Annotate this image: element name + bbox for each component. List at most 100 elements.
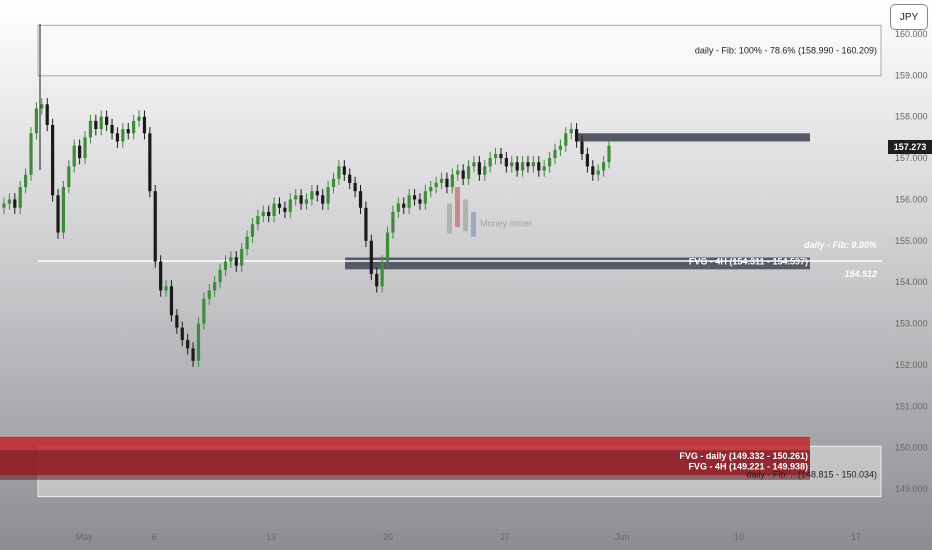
candle-body <box>196 323 201 361</box>
chart-stage: Money miner daily - Fib: 100% - 78.6% (1… <box>0 0 932 550</box>
candle-body <box>126 129 130 134</box>
currency-button[interactable]: JPY <box>890 4 928 30</box>
candle-body <box>580 141 584 154</box>
candle-body <box>283 207 287 212</box>
y-tick-label: 157.000 <box>895 153 928 163</box>
fib-low-label: daily - Fib: ...(148.815 - 150.034) <box>746 470 877 480</box>
candle-body <box>99 116 103 130</box>
x-tick-label: 13 <box>266 532 276 542</box>
candle-body <box>294 195 298 200</box>
candle-body <box>202 298 206 324</box>
candle-body <box>331 178 336 188</box>
candle-body <box>40 104 44 109</box>
candle-body <box>164 286 168 291</box>
candle-body <box>396 203 400 212</box>
candle-body <box>380 261 384 287</box>
candle-body <box>407 195 411 208</box>
candle-body <box>423 191 427 204</box>
candle-body <box>105 116 109 125</box>
candle-body <box>132 120 136 134</box>
candle-body <box>477 162 481 175</box>
candle-body <box>83 137 87 159</box>
candle-body <box>537 162 541 171</box>
y-tick-label: 149.000 <box>895 484 928 494</box>
candle-body <box>240 249 244 266</box>
candle-body <box>304 199 309 204</box>
x-tick-label: 27 <box>500 532 510 542</box>
candle-body <box>364 207 368 241</box>
candle-body <box>24 174 28 188</box>
candle-body <box>234 257 238 266</box>
y-tick-label: 153.000 <box>895 319 928 329</box>
labels-layer: daily - Fib: 100% - 78.6% (158.990 - 160… <box>679 46 877 480</box>
candle-body <box>223 261 228 270</box>
y-tick-label: 154.000 <box>895 277 928 287</box>
candle-body <box>229 257 233 262</box>
candle-body <box>148 133 152 192</box>
candle-body <box>445 178 449 188</box>
last-price-badge: 157.273 <box>888 140 932 154</box>
candle-body <box>504 158 508 167</box>
candle-body <box>375 273 379 287</box>
candle-body <box>358 191 363 208</box>
x-tick-label: 20 <box>383 532 393 542</box>
candle-body <box>67 166 71 188</box>
y-tick-label: 158.000 <box>895 112 928 122</box>
candle-body <box>159 261 163 291</box>
candle-body <box>520 162 525 171</box>
candle-body <box>2 203 6 208</box>
candle-body <box>402 203 406 208</box>
candle-body <box>461 170 465 179</box>
candle-body <box>591 166 595 175</box>
y-tick-label: 159.000 <box>895 70 928 80</box>
candle-body <box>29 133 33 175</box>
fvg-4h-mid-label: FVG - 4H (154.311 - 154.597) <box>689 257 808 267</box>
candle-body <box>72 145 76 167</box>
candle-body <box>245 236 249 250</box>
candle-body <box>191 348 195 361</box>
x-tick-label: 6 <box>151 532 156 542</box>
level-label: 154.512 <box>844 269 877 279</box>
x-tick-label: May <box>75 532 93 542</box>
candle-body <box>169 286 174 316</box>
candle-body <box>272 203 276 216</box>
candle-body <box>94 120 98 130</box>
y-tick-label: 156.000 <box>895 194 928 204</box>
candle-body <box>418 199 422 204</box>
candle-body <box>321 195 325 204</box>
price-chart[interactable]: Money miner daily - Fib: 100% - 78.6% (1… <box>0 0 932 550</box>
candle-body <box>601 162 606 171</box>
candle-body <box>585 153 589 167</box>
candle-body <box>596 170 600 175</box>
candle-body <box>261 211 265 216</box>
watermark-text: Money miner <box>480 218 532 228</box>
candle-body <box>542 166 546 171</box>
candle-body <box>412 195 417 200</box>
y-tick-label: 160.000 <box>895 29 928 39</box>
fib-top-label: daily - Fib: 100% - 78.6% (158.990 - 160… <box>695 46 877 56</box>
candle-body <box>56 195 60 233</box>
candle-body <box>564 133 568 146</box>
candle-body <box>299 195 303 204</box>
fvg-daily-low-label: FVG - daily (149.332 - 150.261) <box>679 451 808 461</box>
candle-body <box>499 153 503 159</box>
candle-body <box>88 120 93 138</box>
candle-body <box>315 191 319 196</box>
candle-body <box>250 224 255 237</box>
candle-body <box>472 162 476 167</box>
candle-body <box>13 199 17 208</box>
candle-body <box>288 199 292 212</box>
candle-body <box>78 145 82 159</box>
y-tick-label: 152.000 <box>895 360 928 370</box>
fib-zero-label: daily - Fib: 0.00% <box>804 240 877 250</box>
candle-body <box>515 162 519 171</box>
candle-body <box>121 129 125 142</box>
candle-body <box>391 211 395 233</box>
candle-body <box>353 182 357 192</box>
candle-body <box>547 158 552 167</box>
candle-body <box>61 187 66 233</box>
candle-body <box>110 125 114 134</box>
candle-body <box>213 282 217 291</box>
candle-body <box>277 203 282 208</box>
candle-body <box>18 187 22 208</box>
